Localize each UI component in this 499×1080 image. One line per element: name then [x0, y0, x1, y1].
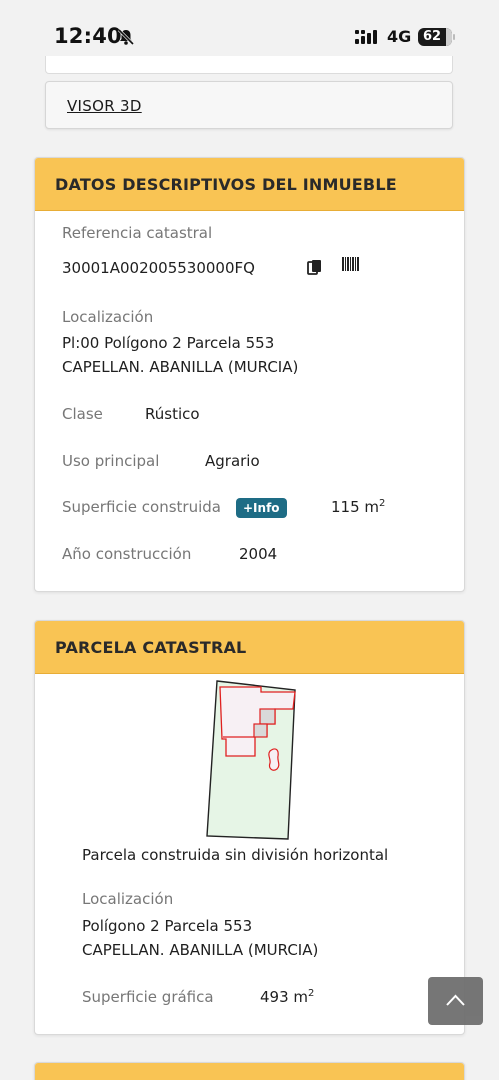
network-type: 4G [387, 27, 412, 46]
battery-icon: 62 [418, 28, 455, 46]
signal-icon [355, 30, 377, 44]
parcel-location-line-2: CAPELLAN. ABANILLA (MURCIA) [82, 941, 319, 959]
back-to-top-button[interactable] [428, 977, 483, 1025]
main-use-label: Uso principal [62, 452, 160, 470]
status-time: 12:40 [54, 24, 122, 48]
visor-3d-box: VISOR 3D [45, 81, 453, 129]
cadastral-parcel-header: PARCELA CATASTRAL [35, 621, 464, 674]
class-label: Clase [62, 405, 103, 423]
next-card-header [35, 1063, 464, 1080]
cadastral-parcel-title: PARCELA CATASTRAL [55, 637, 247, 657]
descriptive-data-header: DATOS DESCRIPTIVOS DEL INMUEBLE [35, 158, 464, 211]
cadastral-parcel-card: PARCELA CATASTRAL Parcela construida sin… [34, 620, 465, 1035]
location-line-2: CAPELLAN. ABANILLA (MURCIA) [62, 358, 299, 376]
previous-card-edge [45, 56, 453, 74]
parcel-caption: Parcela construida sin división horizont… [82, 846, 389, 864]
parcel-map [206, 680, 296, 840]
visor-3d-link[interactable]: VISOR 3D [67, 97, 142, 115]
main-use-value: Agrario [205, 452, 260, 470]
built-area-label: Superficie construida [62, 498, 221, 516]
cadastral-ref-label: Referencia catastral [62, 224, 213, 242]
copy-icon[interactable] [307, 259, 323, 276]
graphic-area-value: 493 m2 [260, 988, 315, 1006]
bell-muted-icon [117, 28, 135, 46]
battery-level: 62 [423, 29, 442, 44]
next-card [34, 1062, 465, 1080]
construction-year-value: 2004 [239, 545, 278, 563]
location-label: Localización [62, 308, 154, 326]
cadastral-ref-value: 30001A002005530000FQ [62, 259, 255, 277]
built-area-value: 115 m2 [331, 498, 386, 516]
parcel-location-label: Localización [82, 890, 174, 908]
descriptive-data-card: DATOS DESCRIPTIVOS DEL INMUEBLE Referenc… [34, 157, 465, 592]
class-value: Rústico [145, 405, 200, 423]
graphic-area-label: Superficie gráfica [82, 988, 214, 1006]
parcel-location-line-1: Polígono 2 Parcela 553 [82, 917, 253, 935]
barcode-icon[interactable] [342, 257, 360, 271]
construction-year-label: Año construcción [62, 545, 192, 563]
more-info-button[interactable]: +Info [236, 498, 287, 518]
chevron-up-icon [446, 994, 465, 1006]
location-line-1: Pl:00 Polígono 2 Parcela 553 [62, 334, 275, 352]
descriptive-data-title: DATOS DESCRIPTIVOS DEL INMUEBLE [55, 174, 397, 194]
